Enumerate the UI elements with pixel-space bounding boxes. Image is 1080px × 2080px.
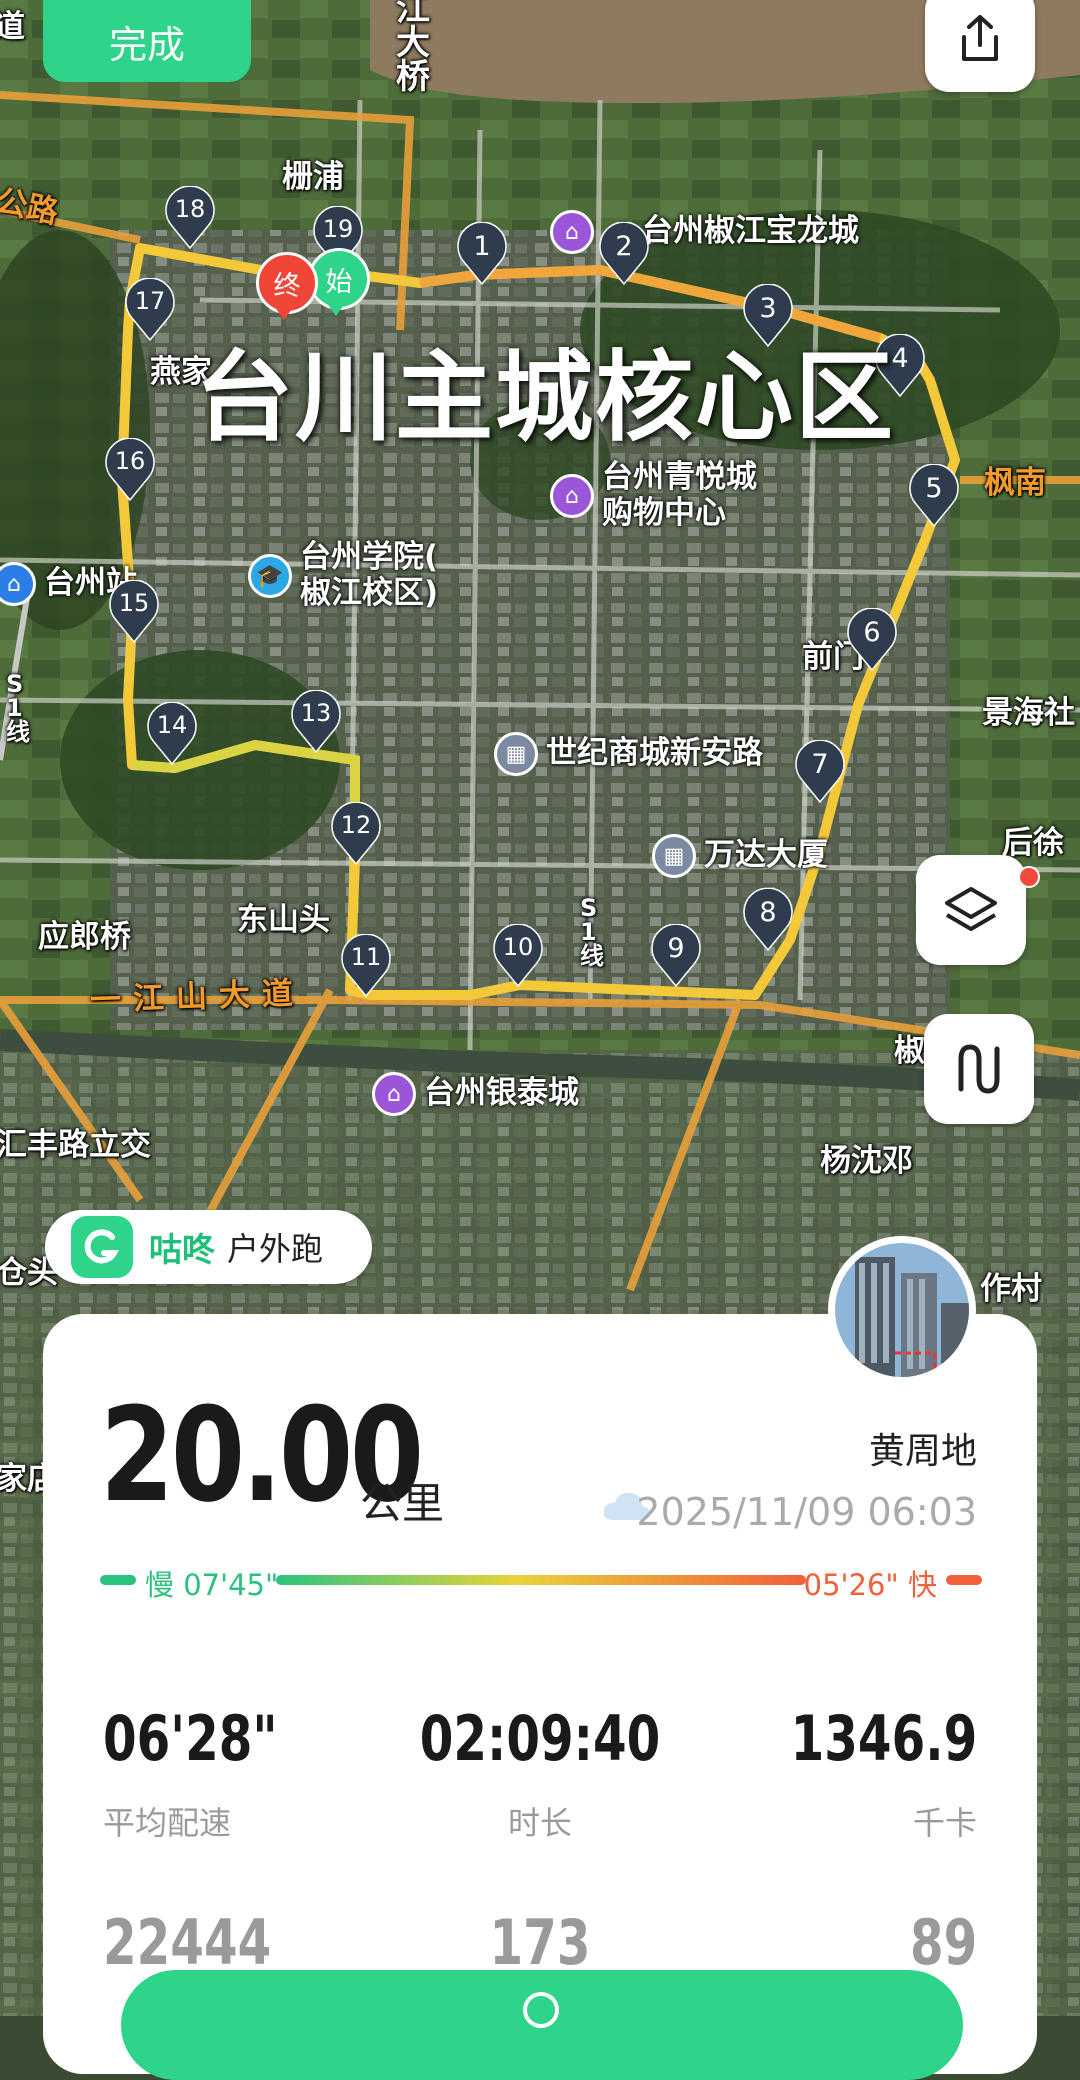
- share-icon: [962, 15, 998, 61]
- km-marker-label: 2: [615, 231, 633, 262]
- shopping-bag-icon: ⌂: [372, 1072, 416, 1116]
- action-icon: [523, 1992, 559, 2028]
- area-title: 台川主城核心区: [195, 341, 896, 455]
- km-marker-label: 8: [759, 897, 777, 928]
- km-marker-label: 6: [863, 617, 881, 648]
- poi-yintai[interactable]: ⌂ 台州银泰城: [372, 1072, 579, 1116]
- train-icon: ⌂: [0, 562, 36, 606]
- map-label-huifeng: 汇丰路立交: [0, 1127, 151, 1163]
- km-marker-6: 6: [846, 608, 898, 672]
- map-label-s1-line: S 1 线: [6, 670, 30, 746]
- km-marker-17: 17: [124, 278, 176, 342]
- calories-value: 1346.9: [790, 1702, 977, 1775]
- km-marker-12: 12: [330, 802, 382, 866]
- avatar[interactable]: [828, 1236, 976, 1384]
- km-marker-2: 2: [598, 222, 650, 286]
- km-marker-label: 18: [174, 195, 206, 223]
- layers-icon: [945, 887, 997, 931]
- shopping-bag-icon: ⌂: [550, 474, 594, 518]
- steps-value: 22444: [103, 1906, 272, 1979]
- stride-value: 89: [909, 1906, 977, 1979]
- avg-pace-label: 平均配速: [103, 1804, 232, 1842]
- km-marker-7: 7: [794, 740, 846, 804]
- shopping-bag-icon: ⌂: [550, 210, 594, 254]
- map-label-yinglangqiao: 应郎桥: [38, 919, 131, 955]
- km-marker-11: 11: [340, 934, 392, 998]
- km-marker-label: 11: [350, 943, 382, 971]
- km-marker-8: 8: [742, 888, 794, 952]
- km-marker-9: 9: [650, 924, 702, 988]
- km-marker-label: 17: [134, 287, 166, 315]
- km-marker-10: 10: [492, 924, 544, 988]
- km-marker-1: 1: [456, 222, 508, 286]
- avatar-image: [835, 1243, 969, 1377]
- map-label-dongshantou: 东山头: [237, 902, 330, 938]
- calories-label: 千卡: [912, 1804, 977, 1842]
- km-marker-label: 13: [300, 699, 332, 727]
- km-marker-label: 7: [811, 749, 829, 780]
- km-marker-5: 5: [908, 464, 960, 528]
- km-marker-14: 14: [146, 702, 198, 766]
- km-marker-16: 16: [104, 438, 156, 502]
- km-marker-label: 15: [118, 589, 150, 617]
- end-pin: 终: [256, 252, 318, 314]
- cadence-value: 173: [489, 1906, 591, 1979]
- share-button[interactable]: [925, 0, 1035, 92]
- map-label-yangshendeng: 杨沈邓: [820, 1143, 913, 1179]
- done-button[interactable]: 完成: [43, 0, 251, 82]
- km-marker-label: 14: [156, 711, 188, 739]
- km-marker-18: 18: [164, 186, 216, 250]
- map-label-s1-line-b: S 1 线: [580, 894, 604, 970]
- map-label-shanpu: 栅浦: [282, 159, 344, 195]
- km-marker-label: 16: [114, 447, 146, 475]
- km-marker-label: 1: [473, 231, 491, 262]
- poi-xueyuan[interactable]: 🎓 台州学院( 椒江校区): [248, 539, 438, 611]
- location-name: 黄周地: [868, 1431, 977, 1472]
- km-marker-13: 13: [290, 690, 342, 754]
- poi-baolong[interactable]: ⌂ 台州椒江宝龙城: [550, 210, 859, 254]
- duration-value: 02:09:40: [419, 1702, 661, 1775]
- km-marker-label: 12: [340, 811, 372, 839]
- brand-name: 咕咚: [149, 1230, 215, 1269]
- codoon-logo-icon: [71, 1216, 133, 1278]
- map-layers-button[interactable]: [916, 855, 1026, 965]
- km-marker-15: 15: [108, 580, 160, 644]
- map-label-road: 道: [0, 9, 25, 45]
- poi-shiji[interactable]: ▦ 世纪商城新安路: [494, 732, 763, 776]
- km-marker-label: 9: [667, 933, 685, 964]
- route-icon: [958, 1044, 1000, 1094]
- activity-type: 户外跑: [227, 1230, 324, 1268]
- map-label-jinghai: 景海社: [982, 695, 1075, 731]
- km-marker-label: 5: [925, 473, 943, 504]
- notification-dot: [1018, 866, 1040, 888]
- start-pin-tail: [326, 302, 346, 316]
- graduation-cap-icon: 🎓: [248, 554, 292, 598]
- poi-qingyue[interactable]: ⌂ 台州青悦城 购物中心: [550, 459, 757, 531]
- km-marker-label: 19: [322, 215, 354, 243]
- workout-datetime: 2025/11/09 06:03: [636, 1490, 977, 1534]
- app-brand-pill: 咕咚 户外跑: [45, 1210, 372, 1284]
- bottom-action-button[interactable]: [121, 1970, 963, 2080]
- poi-wanda[interactable]: ▦ 万达大厦: [652, 834, 828, 878]
- duration-label: 时长: [507, 1804, 573, 1842]
- pace-slowest: 慢 07'45": [145, 1568, 279, 1602]
- map-label-bridge: 江 大 桥: [396, 0, 430, 97]
- route-toggle-button[interactable]: [924, 1014, 1034, 1124]
- map-label-fengnan: 枫南: [984, 465, 1046, 501]
- map-label-zuocun: 作村: [980, 1271, 1042, 1307]
- pace-fastest: 05'26" 快: [803, 1568, 937, 1602]
- distance-unit: 公里: [360, 1479, 445, 1528]
- km-marker-label: 10: [502, 933, 534, 961]
- building-icon: ▦: [494, 732, 538, 776]
- building-icon: ▦: [652, 834, 696, 878]
- avg-pace-value: 06'28": [103, 1702, 278, 1775]
- map-label-yijiang-road: 一江山大道: [89, 975, 306, 1019]
